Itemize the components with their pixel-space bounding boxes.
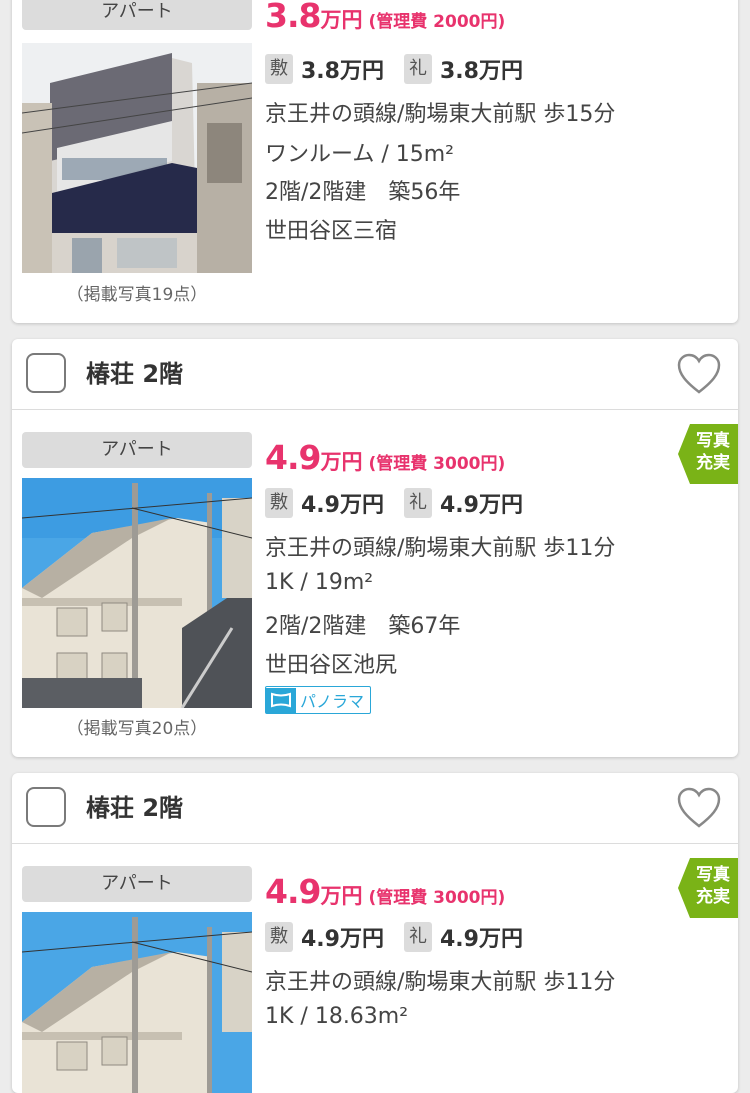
select-checkbox[interactable] <box>26 787 66 827</box>
property-photo[interactable] <box>22 912 252 1093</box>
property-name[interactable]: 椿荘 2階 <box>86 792 183 824</box>
address: 世田谷区三宿 <box>265 219 398 244</box>
photo-count: （掲載写真20点） <box>66 719 208 739</box>
building-photo-image <box>22 478 252 708</box>
heart-outline-icon[interactable] <box>676 352 722 396</box>
property-photo[interactable] <box>22 478 252 708</box>
deposit-keymoney: 敷 3.8万円礼 3.8万円 <box>265 53 543 85</box>
listing-body: 写真 充実 アパート 4.9万円 (管理費 3000円) （掲載写真20点） 敷… <box>12 410 738 757</box>
listing-card[interactable]: アパート 3.8万円 (管理費 2000円) （掲載写真19点） 敷 3.8万円… <box>12 0 738 323</box>
deposit-tag: 敷 <box>265 54 293 84</box>
deposit-keymoney: 敷 4.9万円礼 4.9万円 <box>265 487 543 519</box>
property-type-badge: アパート <box>22 432 252 468</box>
building-photo-image <box>22 912 252 1093</box>
key-money-tag: 礼 <box>403 488 432 518</box>
property-photo[interactable] <box>22 43 252 273</box>
listing-header: 椿荘 2階 <box>12 773 738 844</box>
rent-price: 3.8万円 (管理費 2000円) <box>265 0 506 35</box>
photo-count: （掲載写真19点） <box>66 285 208 305</box>
key-money-tag: 礼 <box>403 54 432 84</box>
floor-age: 2階/2階建 築56年 <box>265 180 461 205</box>
heart-outline-icon[interactable] <box>676 786 722 830</box>
deposit-value: 4.9万円 <box>301 493 384 518</box>
building-photo-image <box>22 43 252 273</box>
deposit-value: 4.9万円 <box>301 927 384 952</box>
photo-rich-ribbon: 写真 充実 <box>678 424 738 484</box>
key-money-value: 4.9万円 <box>439 927 523 952</box>
station-access: 京王井の頭線/駒場東大前駅 歩15分 <box>265 102 616 127</box>
listing-card[interactable]: 椿荘 2階 写真 充実 アパート 4.9万円 (管理費 3000円) <box>12 339 738 757</box>
room-layout: 1K / 18.63m² <box>265 1004 409 1029</box>
rent-price: 4.9万円 (管理費 3000円) <box>265 438 506 477</box>
property-type-badge: アパート <box>22 866 252 902</box>
key-money-value: 3.8万円 <box>439 59 523 84</box>
listing-header: 椿荘 2階 <box>12 339 738 410</box>
deposit-value: 3.8万円 <box>301 59 384 84</box>
station-access: 京王井の頭線/駒場東大前駅 歩11分 <box>265 536 616 561</box>
room-layout: 1K / 19m² <box>265 570 374 595</box>
deposit-tag: 敷 <box>265 922 293 952</box>
select-checkbox[interactable] <box>26 353 66 393</box>
deposit-keymoney: 敷 4.9万円礼 4.9万円 <box>265 921 543 953</box>
deposit-tag: 敷 <box>265 488 293 518</box>
listing-card[interactable]: 椿荘 2階 写真 充実 アパート 4.9万円 (管理費 3000円) <box>12 773 738 1093</box>
floor-age: 2階/2階建 築67年 <box>265 614 461 639</box>
room-layout: ワンルーム / 15m² <box>265 142 454 167</box>
address: 世田谷区池尻 <box>265 653 398 678</box>
station-access: 京王井の頭線/駒場東大前駅 歩11分 <box>265 970 616 995</box>
photo-rich-ribbon: 写真 充実 <box>678 858 738 918</box>
listing-body: アパート 3.8万円 (管理費 2000円) （掲載写真19点） 敷 3.8万円… <box>12 0 738 323</box>
property-name[interactable]: 椿荘 2階 <box>86 358 183 390</box>
panorama-badge[interactable]: パノラマ <box>265 686 372 714</box>
listing-body: 写真 充実 アパート 4.9万円 (管理費 3000円) 敷 4.9万円礼 4.9万円 <box>12 844 738 1093</box>
key-money-value: 4.9万円 <box>439 493 523 518</box>
panorama-label: パノラマ <box>300 692 365 711</box>
panorama-icon <box>266 687 296 713</box>
key-money-tag: 礼 <box>403 922 432 952</box>
property-type-badge: アパート <box>22 0 252 30</box>
rent-price: 4.9万円 (管理費 3000円) <box>265 872 506 911</box>
